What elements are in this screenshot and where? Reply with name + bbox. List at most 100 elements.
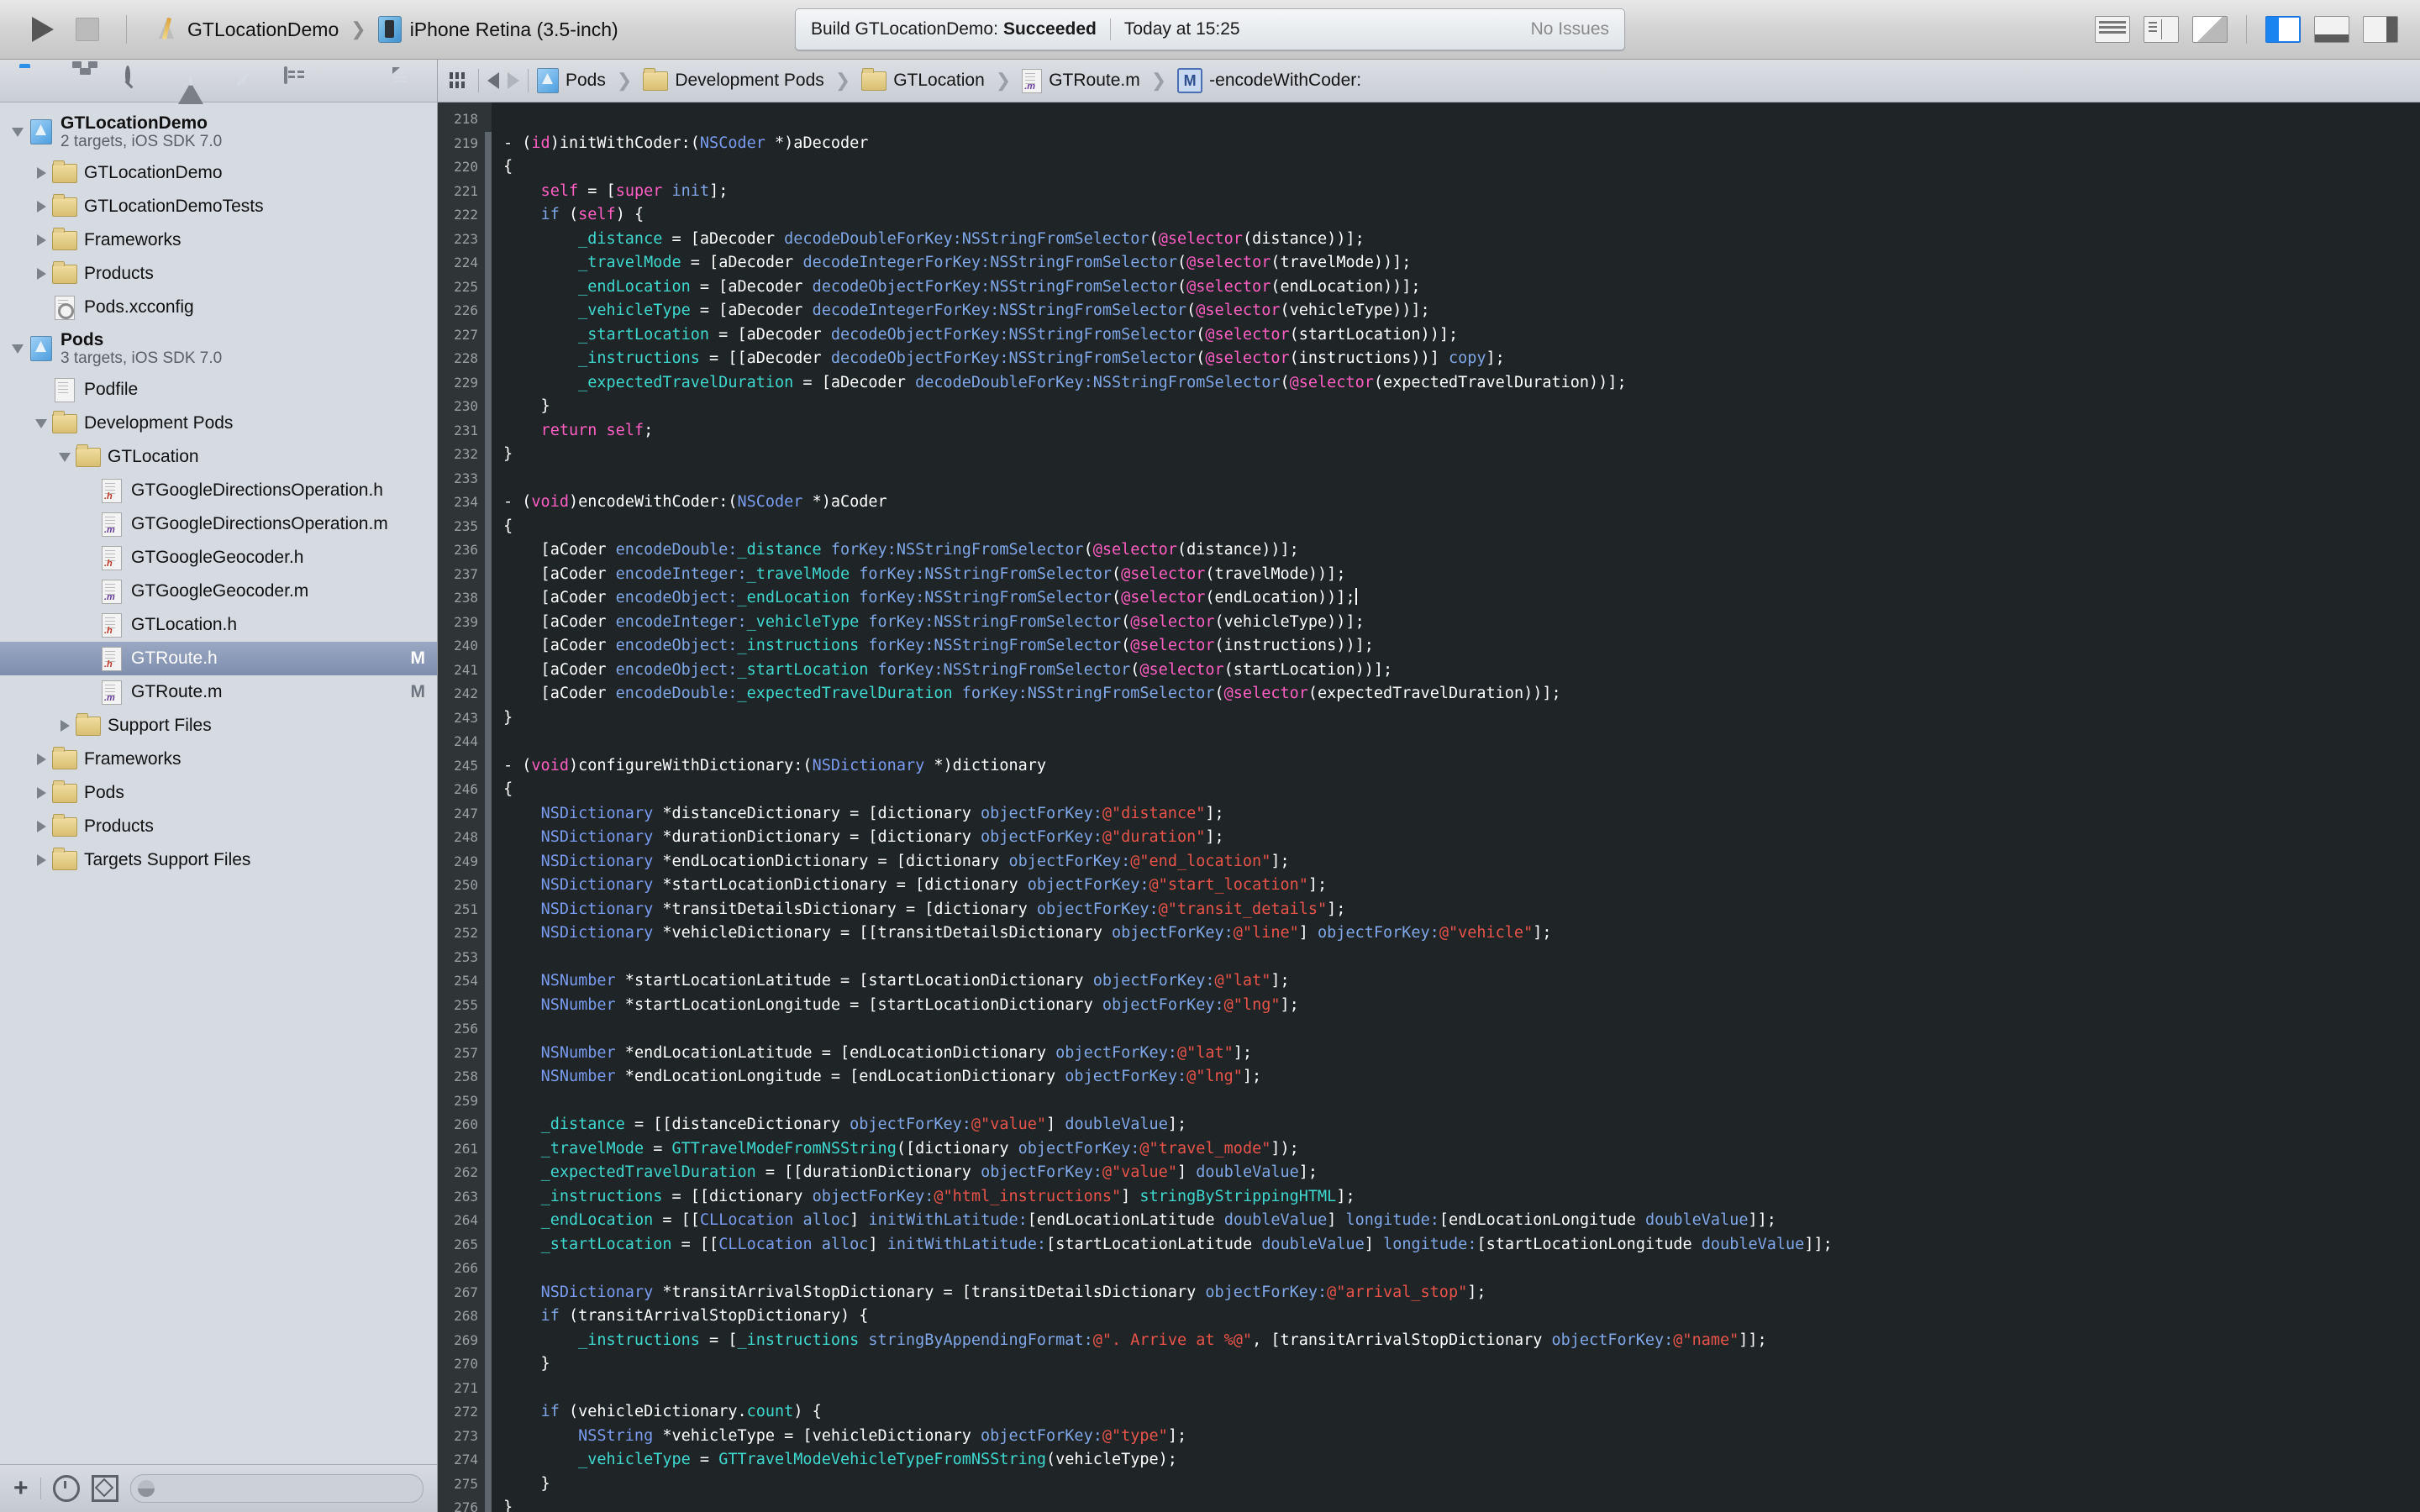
- code-line[interactable]: _expectedTravelDuration = [[durationDict…: [503, 1161, 2420, 1185]
- code-line[interactable]: _travelMode = GTTravelModeFromNSString([…: [503, 1137, 2420, 1162]
- filter-icon[interactable]: [91, 1475, 118, 1502]
- tree-row[interactable]: .m GTGoogleGeocoder.m: [0, 575, 437, 608]
- code-line[interactable]: [aCoder encodeDouble:_expectedTravelDura…: [503, 682, 2420, 706]
- disclosure-triangle[interactable]: [30, 787, 52, 799]
- code-line[interactable]: NSNumber *endLocationLatitude = [endLoca…: [503, 1042, 2420, 1066]
- tab-project-navigator[interactable]: [19, 68, 48, 93]
- code-line[interactable]: [aCoder encodeObject:_instructions forKe…: [503, 634, 2420, 659]
- code-line[interactable]: NSNumber *startLocationLatitude = [start…: [503, 969, 2420, 994]
- code-line[interactable]: [503, 1377, 2420, 1401]
- code-line[interactable]: [aCoder encodeObject:_startLocation forK…: [503, 659, 2420, 683]
- code-line[interactable]: }: [503, 706, 2420, 731]
- breadcrumb-item[interactable]: Pods: [537, 68, 606, 93]
- disclosure-triangle[interactable]: [30, 753, 52, 765]
- code-line[interactable]: }: [503, 1473, 2420, 1497]
- code-line[interactable]: return self;: [503, 419, 2420, 444]
- tree-row[interactable]: .h GTGoogleGeocoder.h: [0, 541, 437, 575]
- project-tree[interactable]: GTLocationDemo 2 targets, iOS SDK 7.0 GTLo…: [0, 102, 437, 1464]
- code-line[interactable]: NSNumber *endLocationLongitude = [endLoc…: [503, 1065, 2420, 1089]
- tab-breakpoint-navigator[interactable]: [337, 68, 366, 93]
- disclosure-triangle[interactable]: [30, 167, 52, 179]
- code-line[interactable]: NSNumber *startLocationLongitude = [star…: [503, 994, 2420, 1018]
- code-line[interactable]: {: [503, 155, 2420, 180]
- tree-row[interactable]: .h GTLocation.h: [0, 608, 437, 642]
- code-line[interactable]: [503, 108, 2420, 132]
- code-line[interactable]: NSString *vehicleType = [vehicleDictiona…: [503, 1425, 2420, 1449]
- toggle-utilities-button[interactable]: [2363, 16, 2398, 43]
- code-line[interactable]: NSDictionary *transitDetailsDictionary =…: [503, 898, 2420, 922]
- breadcrumb-item[interactable]: .m GTRoute.m: [1022, 68, 1140, 93]
- disclosure-triangle[interactable]: [30, 854, 52, 866]
- code-line[interactable]: _instructions = [[aDecoder decodeObjectF…: [503, 347, 2420, 371]
- code-line[interactable]: NSDictionary *distanceDictionary = [dict…: [503, 802, 2420, 827]
- code-line[interactable]: _instructions = [_instructions stringByA…: [503, 1329, 2420, 1353]
- code-line[interactable]: [503, 1017, 2420, 1042]
- code-line[interactable]: [aCoder encodeDouble:_distance forKey:NS…: [503, 538, 2420, 563]
- related-items-icon[interactable]: [450, 71, 470, 91]
- code-line[interactable]: _travelMode = [aDecoder decodeIntegerFor…: [503, 251, 2420, 276]
- code-line[interactable]: }: [503, 1352, 2420, 1377]
- tab-test-navigator[interactable]: [231, 68, 260, 93]
- code-line[interactable]: NSDictionary *endLocationDictionary = [d…: [503, 850, 2420, 874]
- code-line[interactable]: if (vehicleDictionary.count) {: [503, 1400, 2420, 1425]
- code-line[interactable]: _endLocation = [aDecoder decodeObjectFor…: [503, 276, 2420, 300]
- code-line[interactable]: if (self) {: [503, 203, 2420, 228]
- build-status-bar[interactable]: Build GTLocationDemo: Succeeded Today at…: [795, 8, 1625, 50]
- tree-row[interactable]: .m GTGoogleDirectionsOperation.m: [0, 507, 437, 541]
- tree-row[interactable]: Products: [0, 810, 437, 843]
- code-line[interactable]: }: [503, 443, 2420, 467]
- tree-row[interactable]: .h GTGoogleDirectionsOperation.h: [0, 474, 437, 507]
- code-line[interactable]: _instructions = [[dictionary objectForKe…: [503, 1185, 2420, 1210]
- code-line[interactable]: _distance = [[distanceDictionary objectF…: [503, 1113, 2420, 1137]
- breadcrumb-item[interactable]: Development Pods: [643, 67, 824, 91]
- tab-symbol-navigator[interactable]: [72, 68, 101, 93]
- code-line[interactable]: {: [503, 515, 2420, 539]
- code-line[interactable]: [503, 1089, 2420, 1114]
- disclosure-triangle[interactable]: [7, 344, 29, 354]
- code-line[interactable]: _startLocation = [[CLLocation alloc] ini…: [503, 1233, 2420, 1257]
- disclosure-triangle[interactable]: [30, 234, 52, 246]
- source-code[interactable]: - (id)initWithCoder:(NSCoder *)aDecoder{…: [492, 102, 2420, 1512]
- tree-row[interactable]: Targets Support Files: [0, 843, 437, 877]
- toggle-debug-area-button[interactable]: [2314, 16, 2349, 43]
- breadcrumb-item[interactable]: M -encodeWithCoder:: [1177, 68, 1361, 93]
- forward-button[interactable]: [508, 72, 519, 89]
- disclosure-triangle[interactable]: [7, 127, 29, 137]
- code-line[interactable]: _vehicleType = GTTravelModeVehicleTypeFr…: [503, 1448, 2420, 1473]
- scheme-selector[interactable]: GTLocationDemo ❯ iPhone Retina (3.5-inch…: [154, 16, 622, 43]
- tree-row-selected[interactable]: .h GTRoute.h M: [0, 642, 437, 675]
- disclosure-triangle[interactable]: [30, 418, 52, 428]
- code-line[interactable]: _vehicleType = [aDecoder decodeIntegerFo…: [503, 299, 2420, 323]
- editor-version-button[interactable]: [2192, 16, 2228, 43]
- clock-icon[interactable]: [52, 1475, 80, 1502]
- tree-row[interactable]: GTLocationDemo 2 targets, iOS SDK 7.0: [0, 108, 437, 156]
- disclosure-triangle[interactable]: [54, 452, 76, 462]
- tab-log-navigator[interactable]: [390, 68, 418, 93]
- editor-assistant-button[interactable]: [2144, 16, 2179, 43]
- tree-row[interactable]: GTLocation: [0, 440, 437, 474]
- disclosure-triangle[interactable]: [30, 821, 52, 832]
- back-button[interactable]: [487, 72, 499, 89]
- disclosure-triangle[interactable]: [54, 720, 76, 732]
- tab-issue-navigator[interactable]: [177, 68, 207, 104]
- code-line[interactable]: [aCoder encodeInteger:_travelMode forKey…: [503, 563, 2420, 587]
- tree-row[interactable]: .m GTRoute.m M: [0, 675, 437, 709]
- filter-input[interactable]: [129, 1474, 424, 1503]
- code-line[interactable]: NSDictionary *vehicleDictionary = [[tran…: [503, 921, 2420, 946]
- code-line[interactable]: _expectedTravelDuration = [aDecoder deco…: [503, 371, 2420, 396]
- code-line[interactable]: _distance = [aDecoder decodeDoubleForKey…: [503, 228, 2420, 252]
- code-editor[interactable]: 218 219 220 221 222 223 224 225 226 227 228 229 230 2…: [438, 102, 2420, 1512]
- code-line[interactable]: }: [503, 395, 2420, 419]
- tab-debug-navigator[interactable]: [283, 66, 313, 93]
- tab-find-navigator[interactable]: [124, 66, 154, 93]
- add-button[interactable]: +: [13, 1476, 29, 1501]
- toggle-navigator-button[interactable]: [2265, 16, 2301, 43]
- code-line[interactable]: [503, 946, 2420, 970]
- editor-standard-button[interactable]: [2095, 16, 2130, 43]
- tree-row[interactable]: Podfile: [0, 373, 437, 407]
- code-line[interactable]: - (void)encodeWithCoder:(NSCoder *)aCode…: [503, 491, 2420, 515]
- tree-row[interactable]: Pods: [0, 776, 437, 810]
- tree-row[interactable]: Support Files: [0, 709, 437, 743]
- code-line[interactable]: {: [503, 778, 2420, 802]
- code-line[interactable]: }: [503, 1496, 2420, 1512]
